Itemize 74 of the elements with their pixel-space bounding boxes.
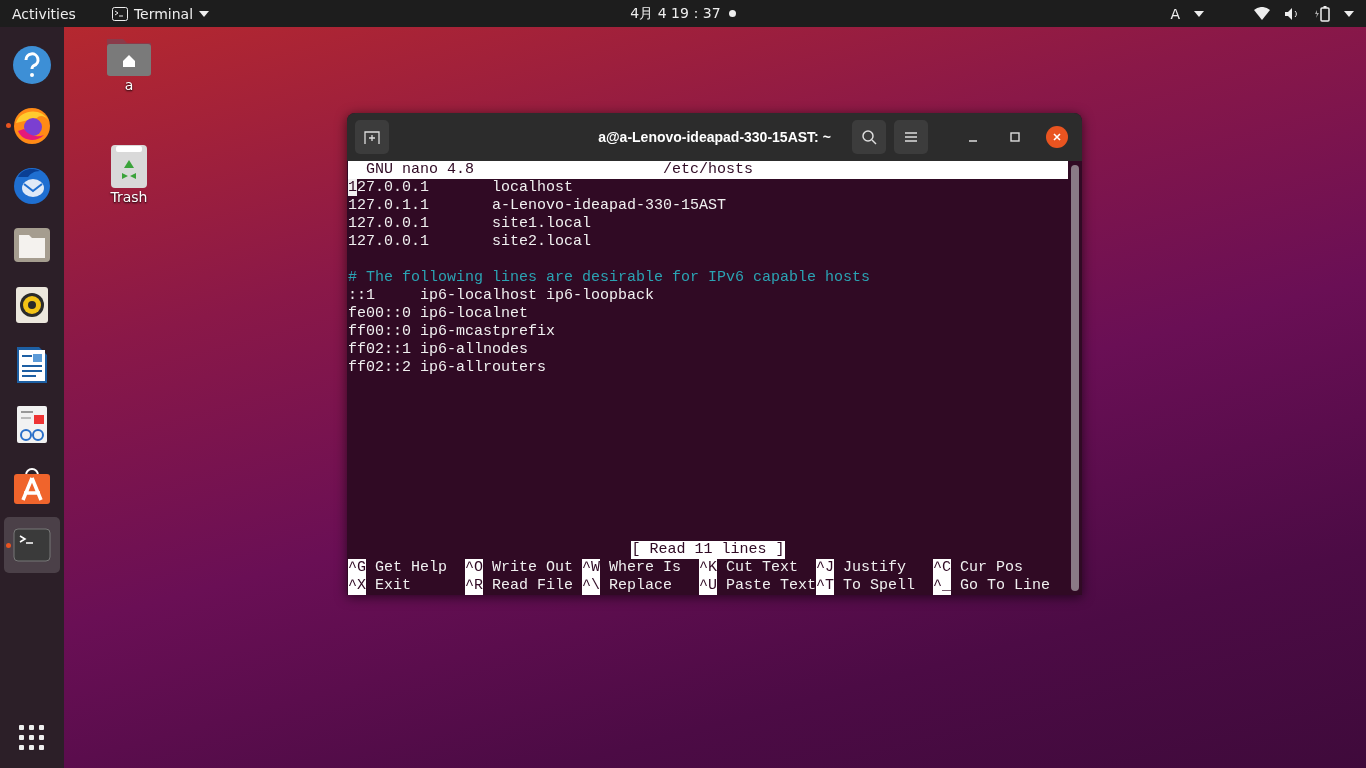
shortcut-label: Exit — [375, 577, 412, 595]
shortcut-label: Write Out — [492, 559, 574, 577]
shortcut-key: ^U — [699, 577, 717, 595]
recycle-bin-icon — [110, 143, 148, 189]
shortcut-key: ^\ — [582, 577, 600, 595]
shortcut-key: ^C — [933, 559, 951, 577]
code-line: ff02::2 ip6-allrouters — [348, 359, 548, 377]
shortcut-key: ^O — [465, 559, 483, 577]
minimize-icon — [968, 140, 978, 142]
editor-version: GNU nano 4.8 — [365, 161, 476, 179]
shortcut-key: ^J — [816, 559, 834, 577]
shortcut-key: ^W — [582, 559, 600, 577]
scrollbar[interactable] — [1071, 165, 1079, 591]
shortcut-label: Where Is — [609, 559, 682, 577]
browser-icon — [12, 105, 52, 145]
shopping-bag-icon — [12, 465, 52, 505]
volume-icon — [1284, 6, 1300, 21]
shortcut-label: Paste Text — [726, 577, 817, 595]
shortcut-label: Read File — [492, 577, 574, 595]
shortcut-label: Cur Pos — [960, 559, 1024, 577]
keyboard-layout[interactable]: A — [1170, 5, 1180, 22]
terminal-icon — [13, 528, 51, 562]
folder-icon — [13, 226, 51, 264]
shortcut-key: ^X — [348, 577, 366, 595]
shortcut-label: Replace — [609, 577, 673, 595]
code-line: 127.0.0.1 site2.local — [348, 233, 593, 251]
file-name: /etc/hosts — [663, 161, 753, 179]
shortcut-label: Cut Text — [726, 559, 799, 577]
battery-icon — [1314, 5, 1330, 22]
activities-button[interactable]: Activities — [12, 5, 76, 22]
comment-line: # The following lines are desirable for IPv6 capable hosts — [348, 269, 872, 287]
desktop-icon-label[interactable]: a — [124, 77, 134, 93]
shortcut-label: Go To Line — [960, 577, 1051, 595]
new-tab-icon — [364, 129, 380, 145]
shortcut-key: ^K — [699, 559, 717, 577]
code-line: ::1 ip6-localhost ip6-loopback — [348, 287, 656, 305]
close-button[interactable] — [1046, 126, 1068, 148]
terminal-icon — [111, 6, 128, 21]
code-line: ff02::1 ip6-allnodes — [348, 341, 530, 359]
caret-icon — [199, 10, 210, 17]
code-line: 127.0.0.1 site1.local — [348, 215, 593, 233]
desktop-icon-label[interactable]: Trash — [110, 189, 148, 205]
shortcut-key: ^G — [348, 559, 366, 577]
search-icon — [861, 129, 877, 145]
dot-icon — [728, 10, 736, 17]
shortcut-label: Get Help — [375, 559, 448, 577]
shortcut-key: ^T — [816, 577, 834, 595]
wifi-icon — [1254, 7, 1270, 20]
search-button[interactable] — [852, 120, 886, 154]
clock[interactable]: 4月 4 19：37 — [630, 4, 721, 23]
speaker-icon — [15, 286, 49, 324]
app-menu[interactable]: Terminal — [111, 5, 210, 22]
code-line: 127.0.0.1 localhost — [348, 179, 575, 197]
shortcut-label: Justify — [843, 559, 907, 577]
close-icon — [1052, 132, 1062, 142]
maximize-icon — [1010, 132, 1020, 142]
shortcut-key: ^R — [465, 577, 483, 595]
menu-icon — [904, 131, 918, 143]
help-icon — [12, 45, 52, 85]
window-title: a@a-Lenovo-ideapad-330-15AST: ~ — [598, 129, 831, 145]
bird-mail-icon — [12, 165, 52, 205]
new-tab-button[interactable] — [355, 120, 389, 154]
shortcut-label: To Spell — [843, 577, 916, 595]
caret-icon — [1344, 10, 1354, 17]
status-message: [ Read 11 lines ] — [631, 541, 785, 559]
document-glasses-icon — [15, 405, 49, 445]
caret-icon — [1194, 10, 1204, 17]
code-line: ff00::0 ip6-mcastprefix — [348, 323, 557, 341]
code-line: fe00::0 ip6-localnet — [348, 305, 530, 323]
code-line: 127.0.1.1 a-Lenovo-ideapad-330-15AST — [348, 197, 728, 215]
document-icon — [15, 345, 49, 385]
app-grid-icon — [18, 724, 46, 752]
shortcut-key: ^_ — [933, 577, 951, 595]
menu-button[interactable] — [894, 120, 928, 154]
